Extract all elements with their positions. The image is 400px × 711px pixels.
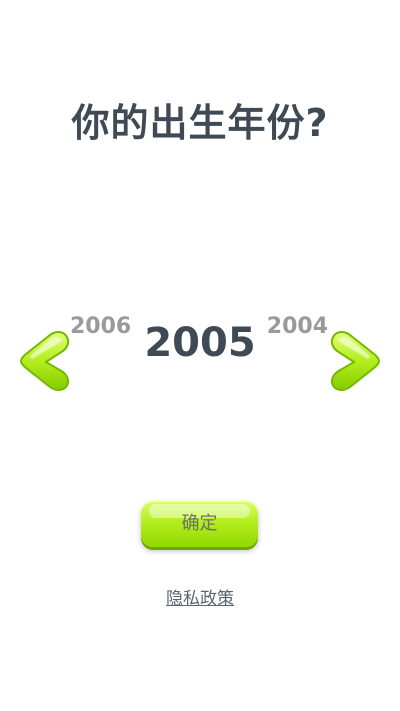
- chevron-right-icon: [330, 330, 381, 392]
- privacy-policy-link[interactable]: 隐私政策: [0, 584, 400, 609]
- confirm-button[interactable]: 确定: [141, 500, 258, 547]
- birth-year-screen: 你的出生年份? 2006 2005 2004 确定 隐私政策: [0, 0, 400, 711]
- page-title: 你的出生年份?: [71, 101, 329, 145]
- next-year-button[interactable]: [328, 328, 382, 392]
- confirm-button-label: 确定: [181, 513, 218, 534]
- next-year-label[interactable]: 2004: [267, 314, 328, 339]
- year-picker: 2006 2005 2004: [0, 310, 400, 392]
